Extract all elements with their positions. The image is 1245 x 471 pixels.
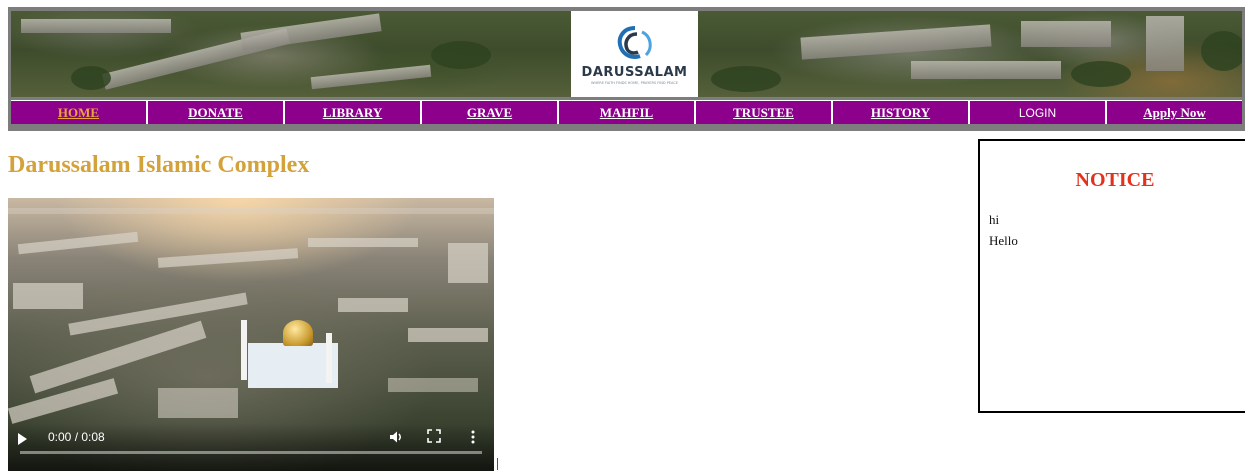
notice-item: Hello (989, 233, 1018, 248)
text-cursor (497, 458, 498, 470)
page-title: Darussalam Islamic Complex (8, 152, 310, 178)
nav-mahfil[interactable]: MAHFIL (559, 101, 696, 124)
header-banner: DARUSSALAM WHERE FAITH FINDS HOME, PRAYE… (11, 11, 1242, 97)
site-header: DARUSSALAM WHERE FAITH FINDS HOME, PRAYE… (8, 7, 1245, 131)
nav-history[interactable]: HISTORY (833, 101, 970, 124)
video-progress-bar[interactable] (20, 451, 482, 454)
video-player[interactable]: 0:00 / 0:08 (8, 198, 494, 471)
nav-home[interactable]: HOME (11, 101, 148, 124)
nav-login[interactable]: LOGIN (970, 101, 1107, 124)
dome-image (283, 320, 313, 346)
play-icon[interactable] (18, 433, 27, 445)
nav-grave[interactable]: GRAVE (422, 101, 559, 124)
nav-trustee[interactable]: TRUSTEE (696, 101, 833, 124)
nav-apply-now[interactable]: Apply Now (1107, 101, 1242, 124)
logo-swirl-icon (617, 25, 652, 59)
fullscreen-icon[interactable] (427, 429, 441, 443)
main-nav: HOME DONATE LIBRARY GRAVE MAHFIL TRUSTEE… (11, 100, 1242, 124)
notice-item: hi (989, 212, 1000, 227)
volume-icon[interactable] (388, 429, 404, 445)
video-time: 0:00 / 0:08 (48, 430, 105, 444)
logo-title: DARUSSALAM (581, 64, 688, 80)
more-options-icon[interactable] (466, 429, 480, 445)
notice-panel: NOTICE hi Hello (978, 139, 1245, 413)
nav-donate[interactable]: DONATE (148, 101, 285, 124)
video-controls: 0:00 / 0:08 (8, 423, 494, 471)
notice-list: hi Hello (989, 209, 1018, 251)
nav-library[interactable]: LIBRARY (285, 101, 422, 124)
logo-tagline: WHERE FAITH FINDS HOME, PRAYERS FIND PEA… (590, 80, 679, 85)
mosque-image (248, 343, 338, 388)
notice-title: NOTICE (1075, 169, 1155, 191)
site-logo[interactable]: DARUSSALAM WHERE FAITH FINDS HOME, PRAYE… (571, 11, 698, 97)
